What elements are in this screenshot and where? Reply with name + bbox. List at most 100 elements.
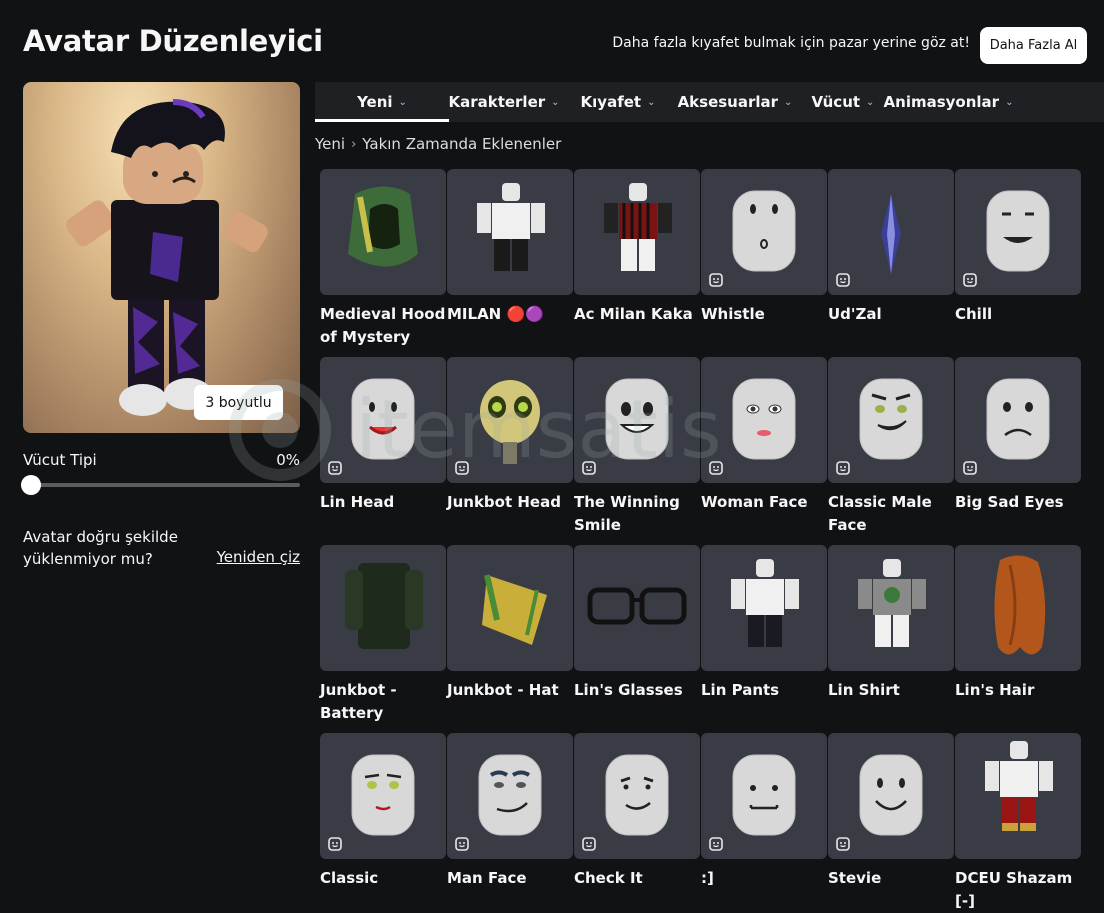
item-thumbnail[interactable] [701, 169, 827, 295]
item-name[interactable]: Ud'Zal [828, 303, 954, 326]
junkbot-hat-icon [482, 574, 547, 645]
item-name[interactable]: Big Sad Eyes [955, 491, 1081, 514]
catalog-item[interactable]: Ud'Zal [828, 169, 954, 326]
page-title: Avatar Düzenleyici [23, 24, 323, 58]
item-name[interactable]: Check It [574, 867, 700, 890]
catalog-item[interactable]: Stevie [828, 733, 954, 890]
item-thumbnail[interactable] [320, 733, 446, 859]
catalog-item[interactable]: Junkbot - Hat [447, 545, 573, 702]
item-name[interactable]: Lin Head [320, 491, 446, 514]
catalog-item[interactable]: Medieval Hood of Mystery [320, 169, 446, 349]
item-name[interactable]: Junkbot - Battery [320, 679, 446, 725]
catalog-item[interactable]: Lin's Glasses [574, 545, 700, 702]
body-type-slider[interactable] [21, 475, 300, 495]
item-thumbnail[interactable] [574, 169, 700, 295]
item-thumbnail[interactable] [574, 545, 700, 671]
item-name[interactable]: MILAN 🔴🟣 [447, 303, 573, 326]
item-name[interactable]: Lin's Glasses [574, 679, 700, 702]
item-name[interactable]: Stevie [828, 867, 954, 890]
item-thumbnail[interactable] [701, 733, 827, 859]
dynamic-head-icon [582, 461, 596, 475]
catalog-item[interactable]: Ac Milan Kaka [574, 169, 700, 326]
item-name[interactable]: Ac Milan Kaka [574, 303, 700, 326]
item-thumbnail[interactable] [320, 169, 446, 295]
outfit-shirt-icon [858, 559, 926, 647]
catalog-item[interactable]: MILAN 🔴🟣 [447, 169, 573, 326]
body-type-label: Vücut Tipi [23, 451, 97, 469]
item-thumbnail[interactable] [574, 357, 700, 483]
marketplace-promo-text: Daha fazla kıyafet bulmak için pazar yer… [612, 35, 970, 51]
catalog-item[interactable]: Woman Face [701, 357, 827, 514]
redraw-link[interactable]: Yeniden çiz [217, 548, 300, 566]
catalog-item[interactable]: Classic [320, 733, 446, 890]
item-name[interactable]: Junkbot Head [447, 491, 573, 514]
item-name[interactable]: Lin Pants [701, 679, 827, 702]
catalog-item[interactable]: Chill [955, 169, 1081, 326]
item-thumbnail[interactable] [447, 545, 573, 671]
get-more-button[interactable]: Daha Fazla Al [980, 27, 1087, 64]
catalog-item[interactable]: Classic Male Face [828, 357, 954, 537]
item-thumbnail[interactable] [320, 357, 446, 483]
item-thumbnail[interactable] [447, 357, 573, 483]
dynamic-head-icon [709, 461, 723, 475]
item-thumbnail[interactable] [828, 545, 954, 671]
chevron-down-icon: ⌄ [784, 96, 793, 108]
tab-2[interactable]: Kıyafet ⌄ [559, 82, 677, 122]
avatar-figure [66, 99, 268, 416]
catalog-item[interactable]: Junkbot - Battery [320, 545, 446, 725]
catalog-item[interactable]: The Winning Smile [574, 357, 700, 537]
body-type-slider-thumb[interactable] [21, 475, 41, 495]
catalog-item[interactable]: Lin Head [320, 357, 446, 514]
item-name[interactable]: Lin Shirt [828, 679, 954, 702]
item-name[interactable]: Classic [320, 867, 446, 890]
catalog-item[interactable]: Lin Pants [701, 545, 827, 702]
item-thumbnail[interactable] [828, 733, 954, 859]
catalog-item[interactable]: Big Sad Eyes [955, 357, 1081, 514]
catalog-item[interactable]: :] [701, 733, 827, 890]
item-thumbnail[interactable] [955, 545, 1081, 671]
item-name[interactable]: Junkbot - Hat [447, 679, 573, 702]
item-name[interactable]: Chill [955, 303, 1081, 326]
breadcrumb-chevron-icon: › [351, 136, 357, 152]
item-name[interactable]: Man Face [447, 867, 573, 890]
tab-5[interactable]: Animasyonlar ⌄ [884, 82, 1014, 122]
dynamic-head-icon [836, 837, 850, 851]
dynamic-head-icon [836, 273, 850, 287]
item-thumbnail[interactable] [447, 169, 573, 295]
catalog-item[interactable]: Lin Shirt [828, 545, 954, 702]
item-name[interactable]: The Winning Smile [574, 491, 700, 537]
item-thumbnail[interactable] [955, 169, 1081, 295]
catalog-item[interactable]: Check It [574, 733, 700, 890]
item-thumbnail[interactable] [320, 545, 446, 671]
breadcrumb-root[interactable]: Yeni [315, 135, 345, 153]
item-name[interactable]: Lin's Hair [955, 679, 1081, 702]
item-name[interactable]: Medieval Hood of Mystery [320, 303, 446, 349]
item-thumbnail[interactable] [828, 357, 954, 483]
item-thumbnail[interactable] [574, 733, 700, 859]
item-name[interactable]: :] [701, 867, 827, 890]
tab-1[interactable]: Karakterler ⌄ [448, 82, 559, 122]
tab-3[interactable]: Aksesuarlar ⌄ [677, 82, 793, 122]
catalog-item[interactable]: Lin's Hair [955, 545, 1081, 702]
catalog-item[interactable]: Whistle [701, 169, 827, 326]
item-thumbnail[interactable] [701, 357, 827, 483]
avatar-preview[interactable]: 3 boyutlu [23, 82, 300, 433]
glasses-icon [587, 587, 687, 625]
dynamic-head-icon [328, 461, 342, 475]
hood-icon [348, 186, 418, 267]
view-3d-button[interactable]: 3 boyutlu [194, 385, 283, 420]
item-name[interactable]: Woman Face [701, 491, 827, 514]
item-name[interactable]: DCEU Shazam [-] [955, 867, 1081, 913]
catalog-item[interactable]: Junkbot Head [447, 357, 573, 514]
catalog-item[interactable]: DCEU Shazam [-] [955, 733, 1081, 913]
tab-0[interactable]: Yeni ⌄ [315, 82, 449, 122]
item-thumbnail[interactable] [955, 357, 1081, 483]
item-thumbnail[interactable] [701, 545, 827, 671]
item-thumbnail[interactable] [955, 733, 1081, 859]
item-thumbnail[interactable] [447, 733, 573, 859]
item-name[interactable]: Classic Male Face [828, 491, 954, 537]
catalog-item[interactable]: Man Face [447, 733, 573, 890]
item-thumbnail[interactable] [828, 169, 954, 295]
tab-4[interactable]: Vücut ⌄ [793, 82, 893, 122]
item-name[interactable]: Whistle [701, 303, 827, 326]
